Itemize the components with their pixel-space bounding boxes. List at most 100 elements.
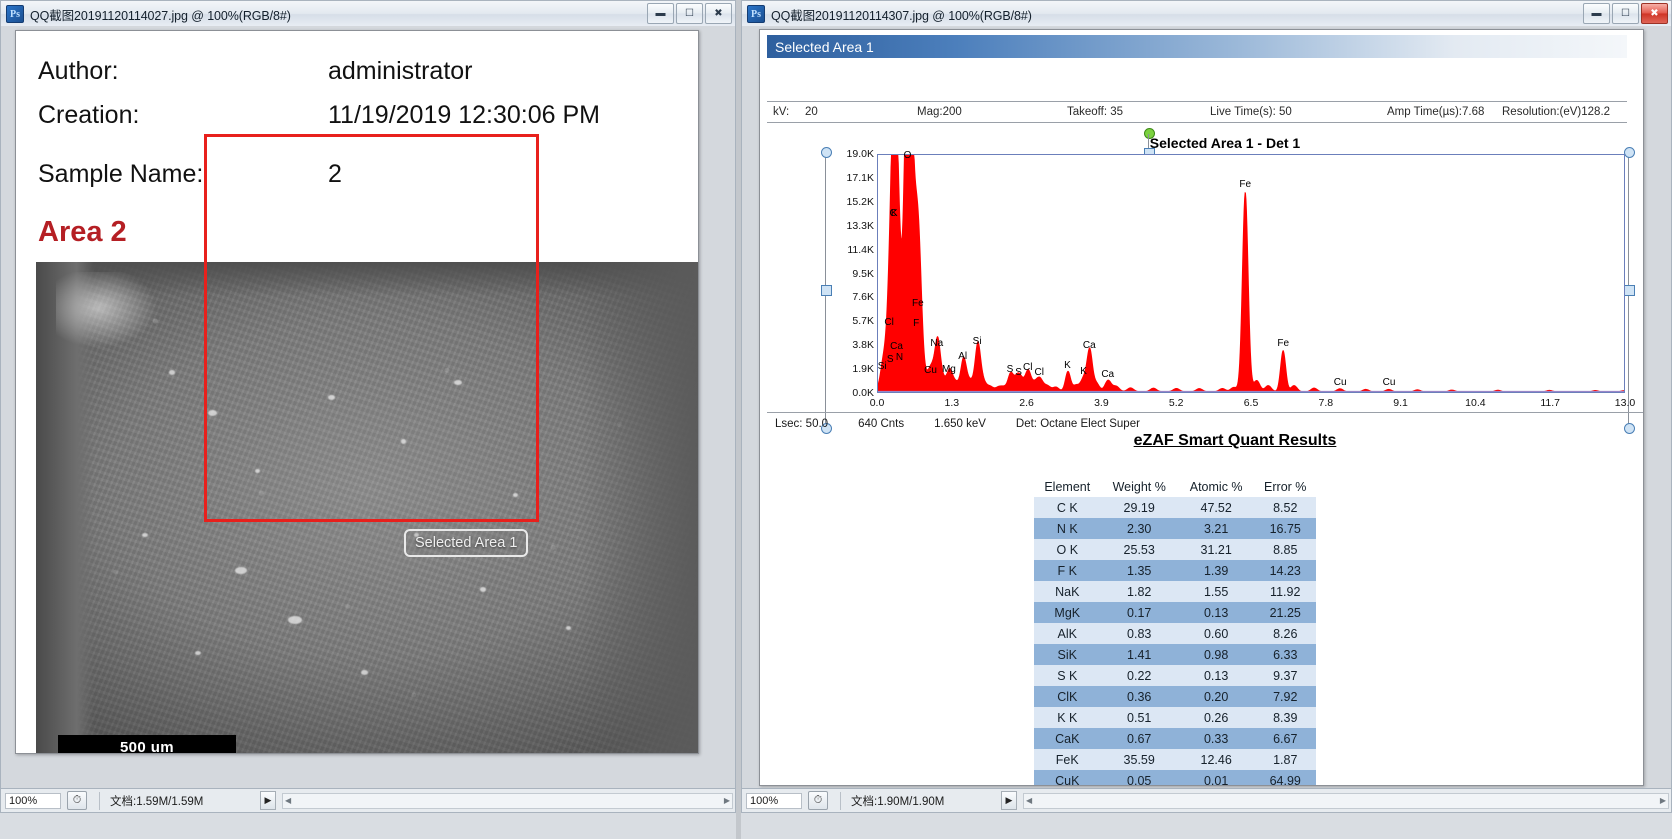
sem-particle <box>360 670 368 676</box>
cell-atomic: 47.52 <box>1177 497 1255 518</box>
cell-atomic: 0.01 <box>1177 770 1255 785</box>
minimize-button[interactable]: ▬ <box>647 3 674 24</box>
close-button[interactable]: ✖ <box>705 3 732 24</box>
left-zoom-level[interactable]: 100% <box>5 792 61 809</box>
peak-label: Si <box>877 361 887 373</box>
right-zoom-level[interactable]: 100% <box>746 792 802 809</box>
close-button[interactable]: ✖ <box>1641 3 1668 24</box>
table-row: S K 0.22 0.13 9.37 <box>1034 665 1316 686</box>
cell-error: 16.75 <box>1254 518 1316 539</box>
peak-label: K <box>890 207 898 219</box>
right-window-body: Selected Area 1 kV: 20 Mag:200 Takeoff: … <box>741 26 1672 813</box>
cell-element: CuK <box>1034 770 1101 785</box>
cell-weight: 2.30 <box>1100 518 1178 539</box>
cell-atomic: 0.26 <box>1177 707 1255 728</box>
cell-atomic: 0.98 <box>1177 644 1255 665</box>
x-axis-tick: 9.1 <box>1393 397 1408 409</box>
column-header-atomic: Atomic % <box>1177 478 1255 497</box>
y-axis-tick: 5.7K <box>852 315 874 328</box>
sem-particle <box>287 616 302 625</box>
param-mag: Mag:200 <box>917 106 962 118</box>
left-window-controls[interactable]: ▬ ☐ ✖ <box>647 3 732 24</box>
maximize-button[interactable]: ☐ <box>1612 3 1639 24</box>
eds-spectrum-plot[interactable]: Selected Area 1 - Det 1 0.0 K 1.9K 3.8K 5.7K… <box>767 135 1643 430</box>
selected-area-banner: Selected Area 1 <box>767 35 1627 58</box>
scroll-left-arrow-icon[interactable]: ◀ <box>1026 796 1032 805</box>
left-document-size: 文档:1.59M/1.59M <box>99 791 260 810</box>
minimize-button[interactable]: ▬ <box>1583 3 1610 24</box>
selection-handle-bottom-right[interactable] <box>1624 423 1635 434</box>
param-amp-time: Amp Time(µs):7.68 <box>1387 106 1485 118</box>
column-header-weight: Weight % <box>1100 478 1178 497</box>
cell-element: CaK <box>1034 728 1101 749</box>
timing-icon[interactable]: ⏱ <box>808 791 828 810</box>
spectrum-footer: Lsec: 50.0 640 Cnts 1.650 keV Det: Octan… <box>775 416 1335 432</box>
left-document-canvas[interactable]: Author: administrator Creation: 11/19/20… <box>15 30 699 754</box>
scroll-right-arrow-icon[interactable]: ▶ <box>724 796 730 805</box>
right-statusbar[interactable]: 100% ⏱ 文档:1.90M/1.90M ▶ ◀ ▶ <box>742 788 1671 812</box>
left-statusbar[interactable]: 100% ⏱ 文档:1.59M/1.59M ▶ ◀ ▶ <box>1 788 735 812</box>
peak-label: Na <box>930 338 944 350</box>
creation-value: 11/19/2019 12:30:06 PM <box>328 101 600 129</box>
scale-bar-text: 500 um <box>58 735 236 753</box>
cell-weight: 29.19 <box>1100 497 1178 518</box>
cell-element: F K <box>1034 560 1101 581</box>
cell-error: 21.25 <box>1254 602 1316 623</box>
x-axis-tick: 2.6 <box>1019 397 1034 409</box>
cell-atomic: 0.13 <box>1177 665 1255 686</box>
right-photoshop-window[interactable]: Ps QQ截图20191120114307.jpg @ 100%(RGB/8#)… <box>741 0 1672 839</box>
sem-right-shading <box>579 262 698 753</box>
left-status-expand-button[interactable]: ▶ <box>260 791 276 810</box>
table-row: N K 2.30 3.21 16.75 <box>1034 518 1316 539</box>
right-window-controls[interactable]: ▬ ☐ ✖ <box>1583 3 1668 24</box>
left-horizontal-scrollbar[interactable]: ◀ ▶ <box>282 792 733 809</box>
selected-area-roi-rectangle[interactable] <box>204 134 539 522</box>
spectrum-kev: 1.650 keV <box>934 418 986 430</box>
scroll-right-arrow-icon[interactable]: ▶ <box>1660 796 1666 805</box>
scroll-left-arrow-icon[interactable]: ◀ <box>285 796 291 805</box>
right-document-canvas[interactable]: Selected Area 1 kV: 20 Mag:200 Takeoff: … <box>759 29 1644 786</box>
spectrum-x-axis: 0.0 1.3 2.6 3.9 5.2 6.5 7.8 9.1 10.4 11.7 13.0 <box>870 397 1636 413</box>
right-status-expand-button[interactable]: ▶ <box>1001 791 1017 810</box>
right-horizontal-scrollbar[interactable]: ◀ ▶ <box>1023 792 1669 809</box>
right-window-titlebar[interactable]: Ps QQ截图20191120114307.jpg @ 100%(RGB/8#)… <box>741 0 1672 27</box>
maximize-button[interactable]: ☐ <box>676 3 703 24</box>
cell-weight: 0.36 <box>1100 686 1178 707</box>
timing-icon[interactable]: ⏱ <box>67 791 87 810</box>
peak-label: K <box>1080 366 1087 378</box>
y-axis-tick: 13.3K <box>846 219 874 232</box>
cell-error: 8.26 <box>1254 623 1316 644</box>
peak-label: S <box>886 353 894 365</box>
selection-handle-top-right[interactable] <box>1624 147 1635 158</box>
spectrum-plot-frame <box>877 154 1625 393</box>
cell-element: AlK <box>1034 623 1101 644</box>
peak-label: Cl <box>884 317 894 329</box>
table-row: F K 1.35 1.39 14.23 <box>1034 560 1316 581</box>
peak-label: Cu <box>924 364 937 376</box>
cell-atomic: 1.55 <box>1177 581 1255 602</box>
left-window-titlebar[interactable]: Ps QQ截图20191120114027.jpg @ 100%(RGB/8#)… <box>0 0 736 27</box>
left-photoshop-window[interactable]: Ps QQ截图20191120114027.jpg @ 100%(RGB/8#)… <box>0 0 736 839</box>
peak-label: K <box>1064 359 1071 371</box>
y-axis-tick: 3.8K <box>852 339 874 352</box>
cell-element: ClK <box>1034 686 1101 707</box>
cell-weight: 25.53 <box>1100 539 1178 560</box>
cell-error: 8.85 <box>1254 539 1316 560</box>
x-axis-tick: 7.8 <box>1318 397 1334 409</box>
selection-handle-middle-right[interactable] <box>1624 285 1635 296</box>
spectrum-title: Selected Area 1 - Det 1 <box>1149 135 1301 151</box>
peak-label: Si <box>972 335 982 347</box>
x-axis-tick: 0.0 <box>869 397 885 409</box>
cell-error: 8.52 <box>1254 497 1316 518</box>
cell-element: N K <box>1034 518 1101 539</box>
cell-weight: 1.82 <box>1100 581 1178 602</box>
y-axis-tick: 17.1K <box>846 171 874 184</box>
left-window-body: Author: administrator Creation: 11/19/20… <box>0 26 736 813</box>
table-row: CaK 0.67 0.33 6.67 <box>1034 728 1316 749</box>
area-title: Area 2 <box>38 216 127 248</box>
cell-error: 6.67 <box>1254 728 1316 749</box>
cell-element: O K <box>1034 539 1101 560</box>
table-row: FeK 35.59 12.46 1.87 <box>1034 749 1316 770</box>
cell-element: MgK <box>1034 602 1101 623</box>
param-takeoff: Takeoff: 35 <box>1067 106 1124 118</box>
